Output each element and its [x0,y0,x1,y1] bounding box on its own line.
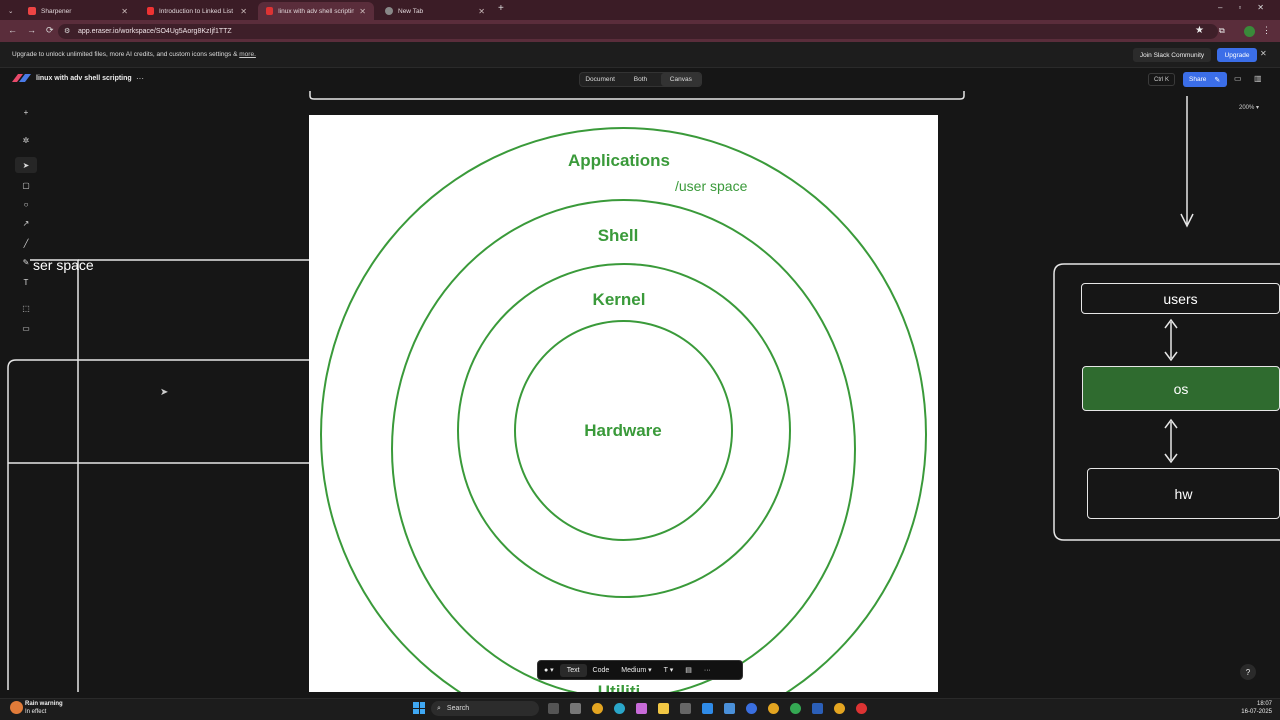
browser-tab-bar: ⌄ Sharpener ✕ Introduction to Linked List… [0,0,1280,20]
nav-buttons[interactable]: ←→⟳ [8,25,64,36]
new-tab-plus-icon[interactable]: + [498,3,504,14]
bookmark-star-icon[interactable]: ★ [1195,25,1204,36]
vscode-icon[interactable] [702,703,713,714]
help-button[interactable]: ? [1240,664,1256,680]
more-options-icon[interactable]: ··· [136,74,144,83]
task-view-icon[interactable] [548,703,559,714]
close-banner-icon[interactable]: ✕ [1260,49,1267,58]
youtube-favicon-icon [147,7,154,15]
panel-icon[interactable]: ▥ [1254,74,1262,83]
app-icon[interactable] [680,703,691,714]
linux-layers-image[interactable]: Applications /user space Shell Kernel Ha… [309,115,938,692]
copilot-icon[interactable] [636,703,647,714]
document-title[interactable]: linux with adv shell scripting [36,75,132,82]
app-icon[interactable] [570,703,581,714]
tab-document[interactable]: Document [580,73,620,86]
rectangle-icon[interactable]: ▢ [15,177,37,193]
window-controls[interactable]: –▫✕ [1218,3,1280,12]
upgrade-banner: Upgrade to unlock unlimited files, more … [0,42,1280,68]
font-size-select[interactable]: Medium ▾ [615,666,657,674]
select-pointer-icon[interactable]: ➤ [15,157,37,173]
os-box[interactable]: os [1082,366,1280,411]
chrome-icon[interactable] [768,703,779,714]
tab-eraser[interactable]: linux with adv shell scripting - ✕ [258,2,374,20]
app-icon[interactable] [746,703,757,714]
link-icon: ✎ [1214,76,1221,84]
word-icon[interactable] [812,703,823,714]
comment-tool-icon[interactable]: ▭ [15,320,37,336]
share-button[interactable]: Share ✎ [1183,72,1227,87]
add-icon[interactable]: + [15,104,37,120]
file-explorer-icon[interactable] [658,703,669,714]
mouse-cursor-icon: ➤ [160,387,169,398]
chrome-icon[interactable] [790,703,801,714]
canvas-toolbar: + ✲ ➤ ▢ ○ ↗ ╱ ✎ T ⬚ ▭ [15,100,37,340]
extensions-icon[interactable]: ⧉ [1219,26,1225,36]
utilities-label: Utiliti [597,682,641,692]
tab-sharpener[interactable]: Sharpener ✕ [20,2,136,20]
tab-both[interactable]: Both [620,73,660,86]
color-picker-icon[interactable]: ● ▾ [538,666,560,674]
view-mode-toggle: Document Both Canvas [579,72,702,87]
search-icon: ⌕ [437,704,441,712]
more-options-button[interactable]: ··· [698,667,717,674]
taskbar-search[interactable]: ⌕ Search [431,701,539,716]
chrome-icon[interactable] [592,703,603,714]
applications-label: Applications [567,151,671,170]
eraser-logo-icon[interactable] [12,74,32,83]
tab-new-tab[interactable]: New Tab ✕ [377,2,493,20]
system-clock[interactable]: 18:07 16-07-2025 [1236,700,1272,716]
more-link[interactable]: more. [239,51,256,58]
hardware-label: Hardware [584,421,662,440]
user-space-label[interactable]: ser space [33,257,94,273]
weather-widget[interactable]: Rain warning In effect [25,700,63,716]
shell-label: Shell [597,226,639,245]
frame-icon[interactable]: ⬚ [15,300,37,316]
kernel-label: Kernel [592,290,646,309]
font-type-select[interactable]: T ▾ [658,666,680,674]
windows-start-icon[interactable] [413,702,425,714]
eraser-favicon-icon [266,7,274,15]
ellipse-icon[interactable]: ○ [15,196,37,212]
chrome-icon[interactable] [834,703,845,714]
url-field[interactable]: ⚙ app.eraser.io/workspace/SO4Ug5Aorg8KzI… [58,24,1218,39]
user-space-box [30,259,79,692]
user-space-annotation: /user space [675,178,748,194]
hw-box[interactable]: hw [1087,468,1280,519]
comment-icon[interactable]: ▤ [679,666,698,674]
text-mode-button[interactable]: Text [559,663,587,677]
site-info-icon[interactable]: ⚙ [64,27,70,35]
tab-linked-list[interactable]: Introduction to Linked List in D✕ [139,2,255,20]
line-icon[interactable]: ╱ [15,235,37,251]
sharpener-favicon-icon [28,7,36,15]
edge-icon[interactable] [614,703,625,714]
top-frame-edge [309,91,965,100]
users-box[interactable]: users [1081,283,1280,314]
ai-sparkle-icon[interactable]: ✲ [15,132,37,148]
code-mode-button[interactable]: Code [587,667,616,674]
close-icon[interactable]: ✕ [240,7,247,16]
app-icon[interactable] [724,703,735,714]
join-slack-button[interactable]: Join Slack Community [1133,48,1211,62]
upgrade-button[interactable]: Upgrade [1217,48,1257,62]
comment-icon[interactable]: ▭ [1234,74,1242,83]
text-tool-icon[interactable]: T [15,274,37,290]
pen-icon[interactable]: ✎ [15,254,37,270]
close-icon[interactable]: ✕ [478,7,485,16]
weather-icon[interactable] [10,701,23,714]
profile-avatar[interactable] [1244,26,1255,37]
format-toolbar: ● ▾ Text Code Medium ▾ T ▾ ▤ ··· [537,660,743,680]
tab-search-icon[interactable]: ⌄ [4,2,20,20]
app-icon[interactable] [856,703,867,714]
command-shortcut-button[interactable]: Ctrl K [1148,73,1175,86]
close-icon[interactable]: ✕ [359,7,366,16]
tab-canvas[interactable]: Canvas [660,73,701,86]
globe-icon [385,7,393,15]
browser-menu-icon[interactable]: ⋮ [1262,25,1271,36]
arrow-icon[interactable]: ↗ [15,215,37,231]
close-icon[interactable]: ✕ [121,7,128,16]
